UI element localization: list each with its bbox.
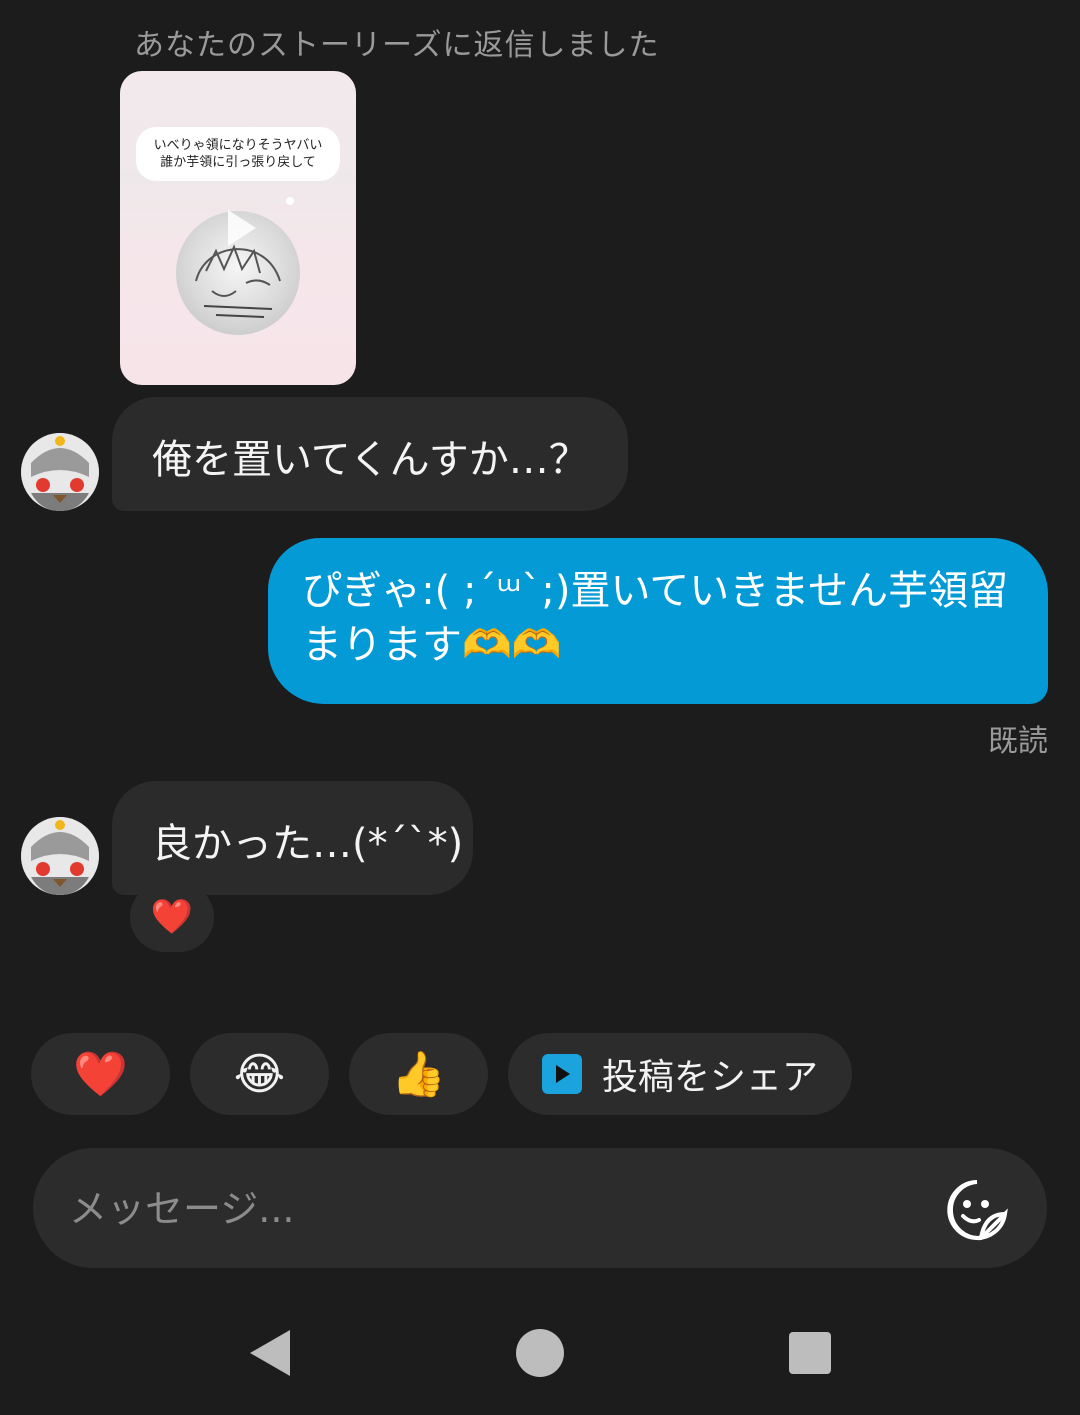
sender-avatar[interactable] bbox=[21, 817, 99, 895]
quick-reaction-thumbs-up[interactable]: 👍 bbox=[349, 1033, 488, 1115]
message-text: 良かった…(*´`*) bbox=[152, 821, 464, 867]
incoming-message-bubble[interactable]: 良かった…(*´`*) bbox=[112, 781, 473, 895]
recents-square-icon[interactable] bbox=[789, 1332, 831, 1374]
share-post-icon bbox=[541, 1054, 582, 1094]
message-text: 俺を置いてくんすか…？ bbox=[152, 437, 589, 483]
story-text-line2: 誰か芋領に引っ張り戻して bbox=[160, 155, 316, 170]
thumbs-up-icon: 👍 bbox=[391, 1049, 446, 1100]
sender-avatar[interactable] bbox=[21, 433, 99, 511]
message-composer bbox=[33, 1148, 1047, 1268]
back-triangle-icon[interactable] bbox=[248, 1328, 292, 1378]
story-preview-card[interactable]: いべりゃ領になりそうヤバい 誰か芋領に引っ張り戻して bbox=[120, 71, 356, 385]
heart-reaction-icon: ❤️ bbox=[150, 897, 194, 937]
message-text-line2: まります🫶🫶 bbox=[302, 622, 562, 668]
story-question-sticker: いべりゃ領になりそうヤバい 誰か芋領に引っ張り戻して bbox=[136, 127, 340, 181]
share-post-label: 投稿をシェア bbox=[601, 1057, 818, 1098]
heart-icon: ❤️ bbox=[73, 1049, 128, 1100]
story-reply-caption: あなたのストーリーズに返信しました bbox=[134, 28, 660, 63]
quick-reaction-laugh[interactable]: 😂 bbox=[190, 1033, 329, 1115]
story-text-line1: いべりゃ領になりそうヤバい bbox=[153, 138, 323, 153]
outgoing-message-bubble[interactable]: ぴぎゃ:( ;´ᵚ`;)置いていきません芋領留 まります🫶🫶 bbox=[268, 538, 1048, 704]
play-icon[interactable] bbox=[212, 202, 264, 254]
message-input[interactable] bbox=[67, 1176, 931, 1242]
read-receipt: 既読 bbox=[988, 724, 1048, 759]
home-circle-icon[interactable] bbox=[515, 1328, 565, 1378]
laughing-emoji-icon: 😂 bbox=[233, 1048, 286, 1100]
story-bubble-tail bbox=[286, 197, 294, 205]
sticker-icon[interactable] bbox=[945, 1178, 1009, 1242]
message-text-line1: ぴぎゃ:( ;´ᵚ`;)置いていきません芋領留 bbox=[302, 568, 1009, 614]
incoming-message-bubble[interactable]: 俺を置いてくんすか…？ bbox=[112, 397, 628, 511]
share-post-button[interactable]: 投稿をシェア bbox=[508, 1033, 852, 1115]
message-reaction[interactable]: ❤️ bbox=[130, 882, 214, 952]
quick-reaction-heart[interactable]: ❤️ bbox=[31, 1033, 170, 1115]
